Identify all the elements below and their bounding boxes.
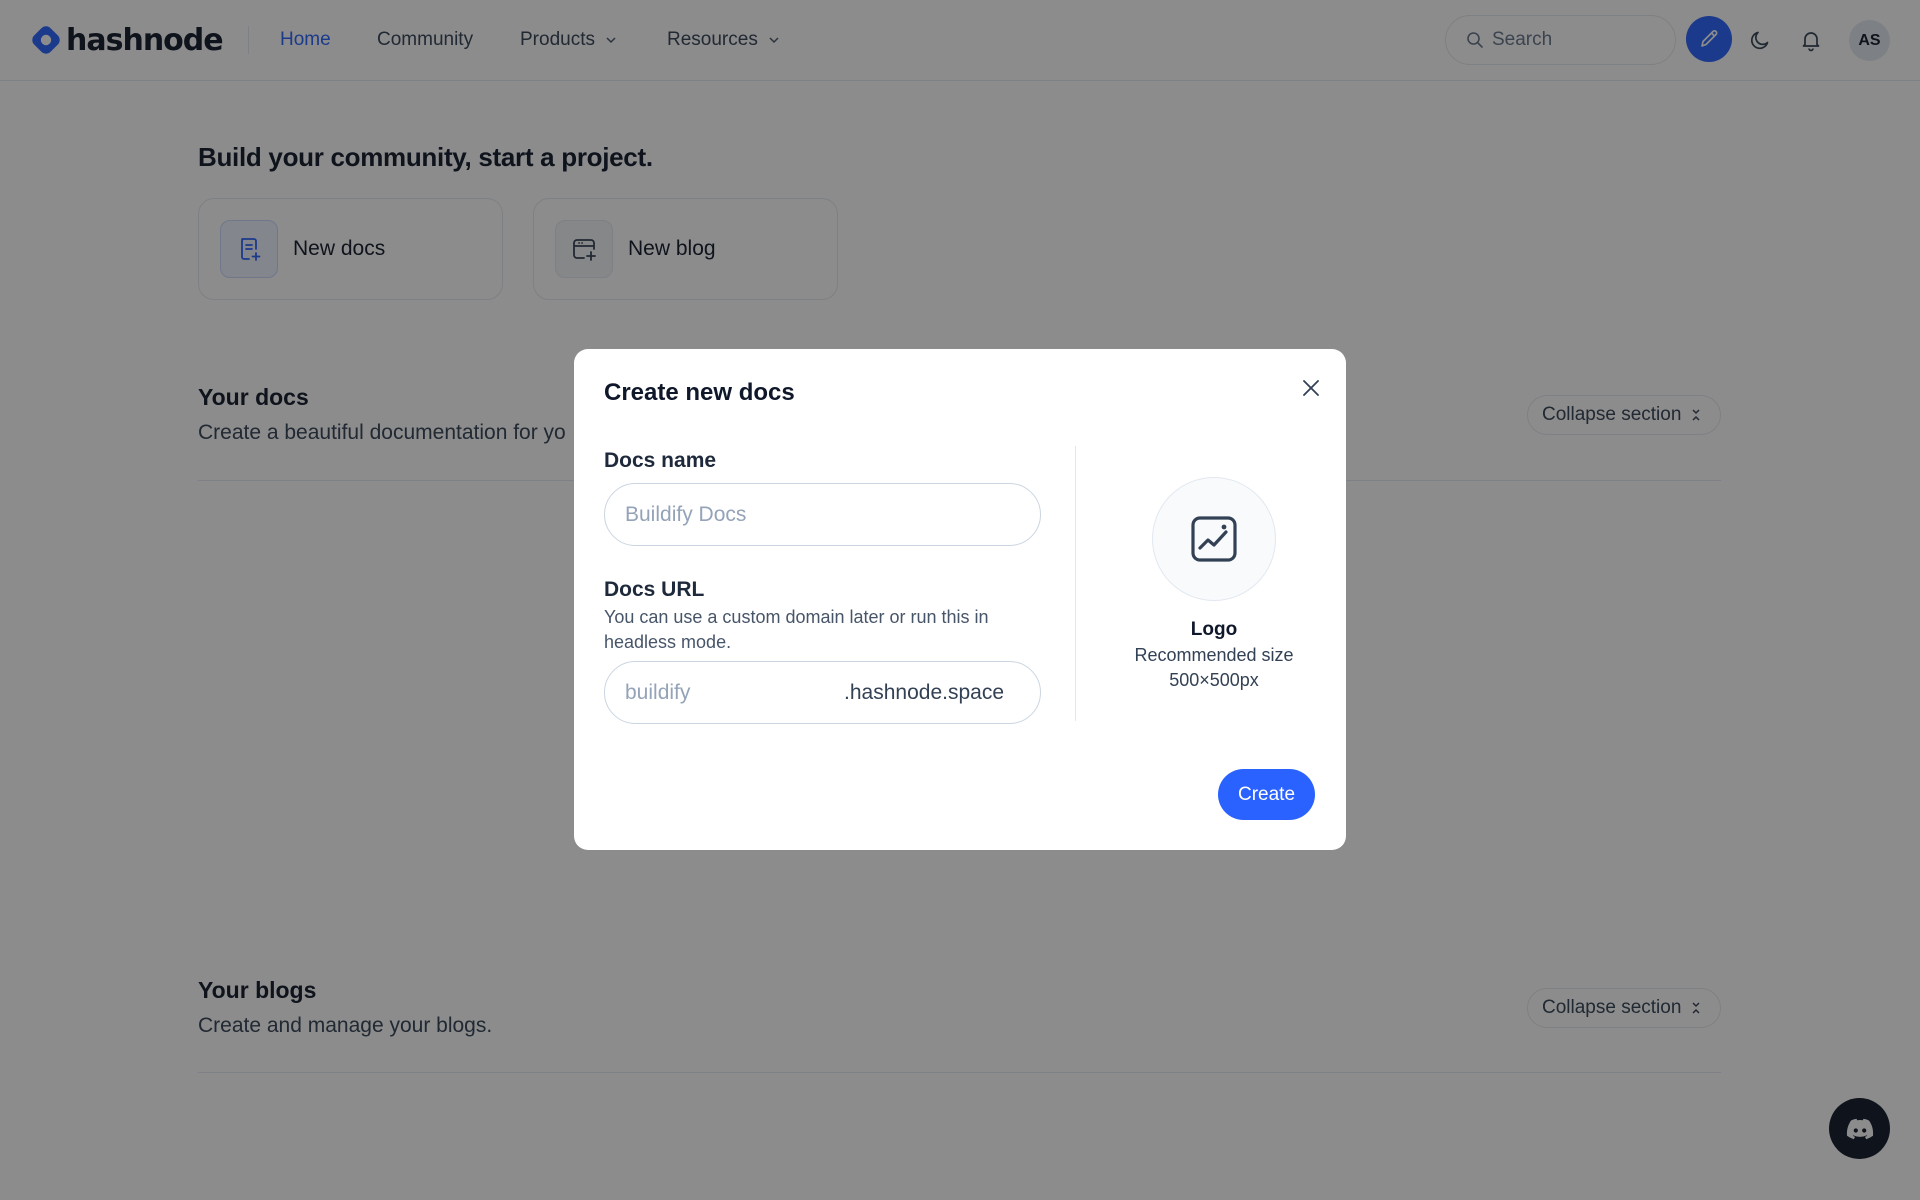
create-docs-modal: Create new docs Docs name Buildify Docs … bbox=[574, 349, 1346, 850]
logo-upload[interactable] bbox=[1152, 477, 1276, 601]
logo-hint-size-label: Recommended size bbox=[1134, 645, 1294, 665]
modal-divider bbox=[1075, 446, 1076, 721]
image-icon bbox=[1191, 516, 1237, 562]
docs-url-suffix: .hashnode.space bbox=[844, 680, 1004, 704]
close-icon bbox=[1303, 380, 1319, 396]
docs-url-label: Docs URL bbox=[604, 578, 705, 601]
logo-label: Logo bbox=[1190, 619, 1238, 640]
docs-name-placeholder: Buildify Docs bbox=[625, 502, 747, 526]
close-button[interactable] bbox=[1296, 373, 1326, 403]
logo-hint-dimensions: 500×500px bbox=[1169, 670, 1259, 690]
docs-url-help: You can use a custom domain later or run… bbox=[604, 607, 989, 652]
modal-title: Create new docs bbox=[604, 379, 795, 406]
docs-url-input[interactable]: buildify .hashnode.space bbox=[604, 661, 1041, 724]
docs-name-label: Docs name bbox=[604, 449, 717, 472]
docs-url-placeholder: buildify bbox=[625, 680, 691, 704]
docs-name-input[interactable]: Buildify Docs bbox=[604, 483, 1041, 546]
create-button[interactable]: Create bbox=[1218, 769, 1315, 820]
create-button-label: Create bbox=[1237, 783, 1296, 805]
